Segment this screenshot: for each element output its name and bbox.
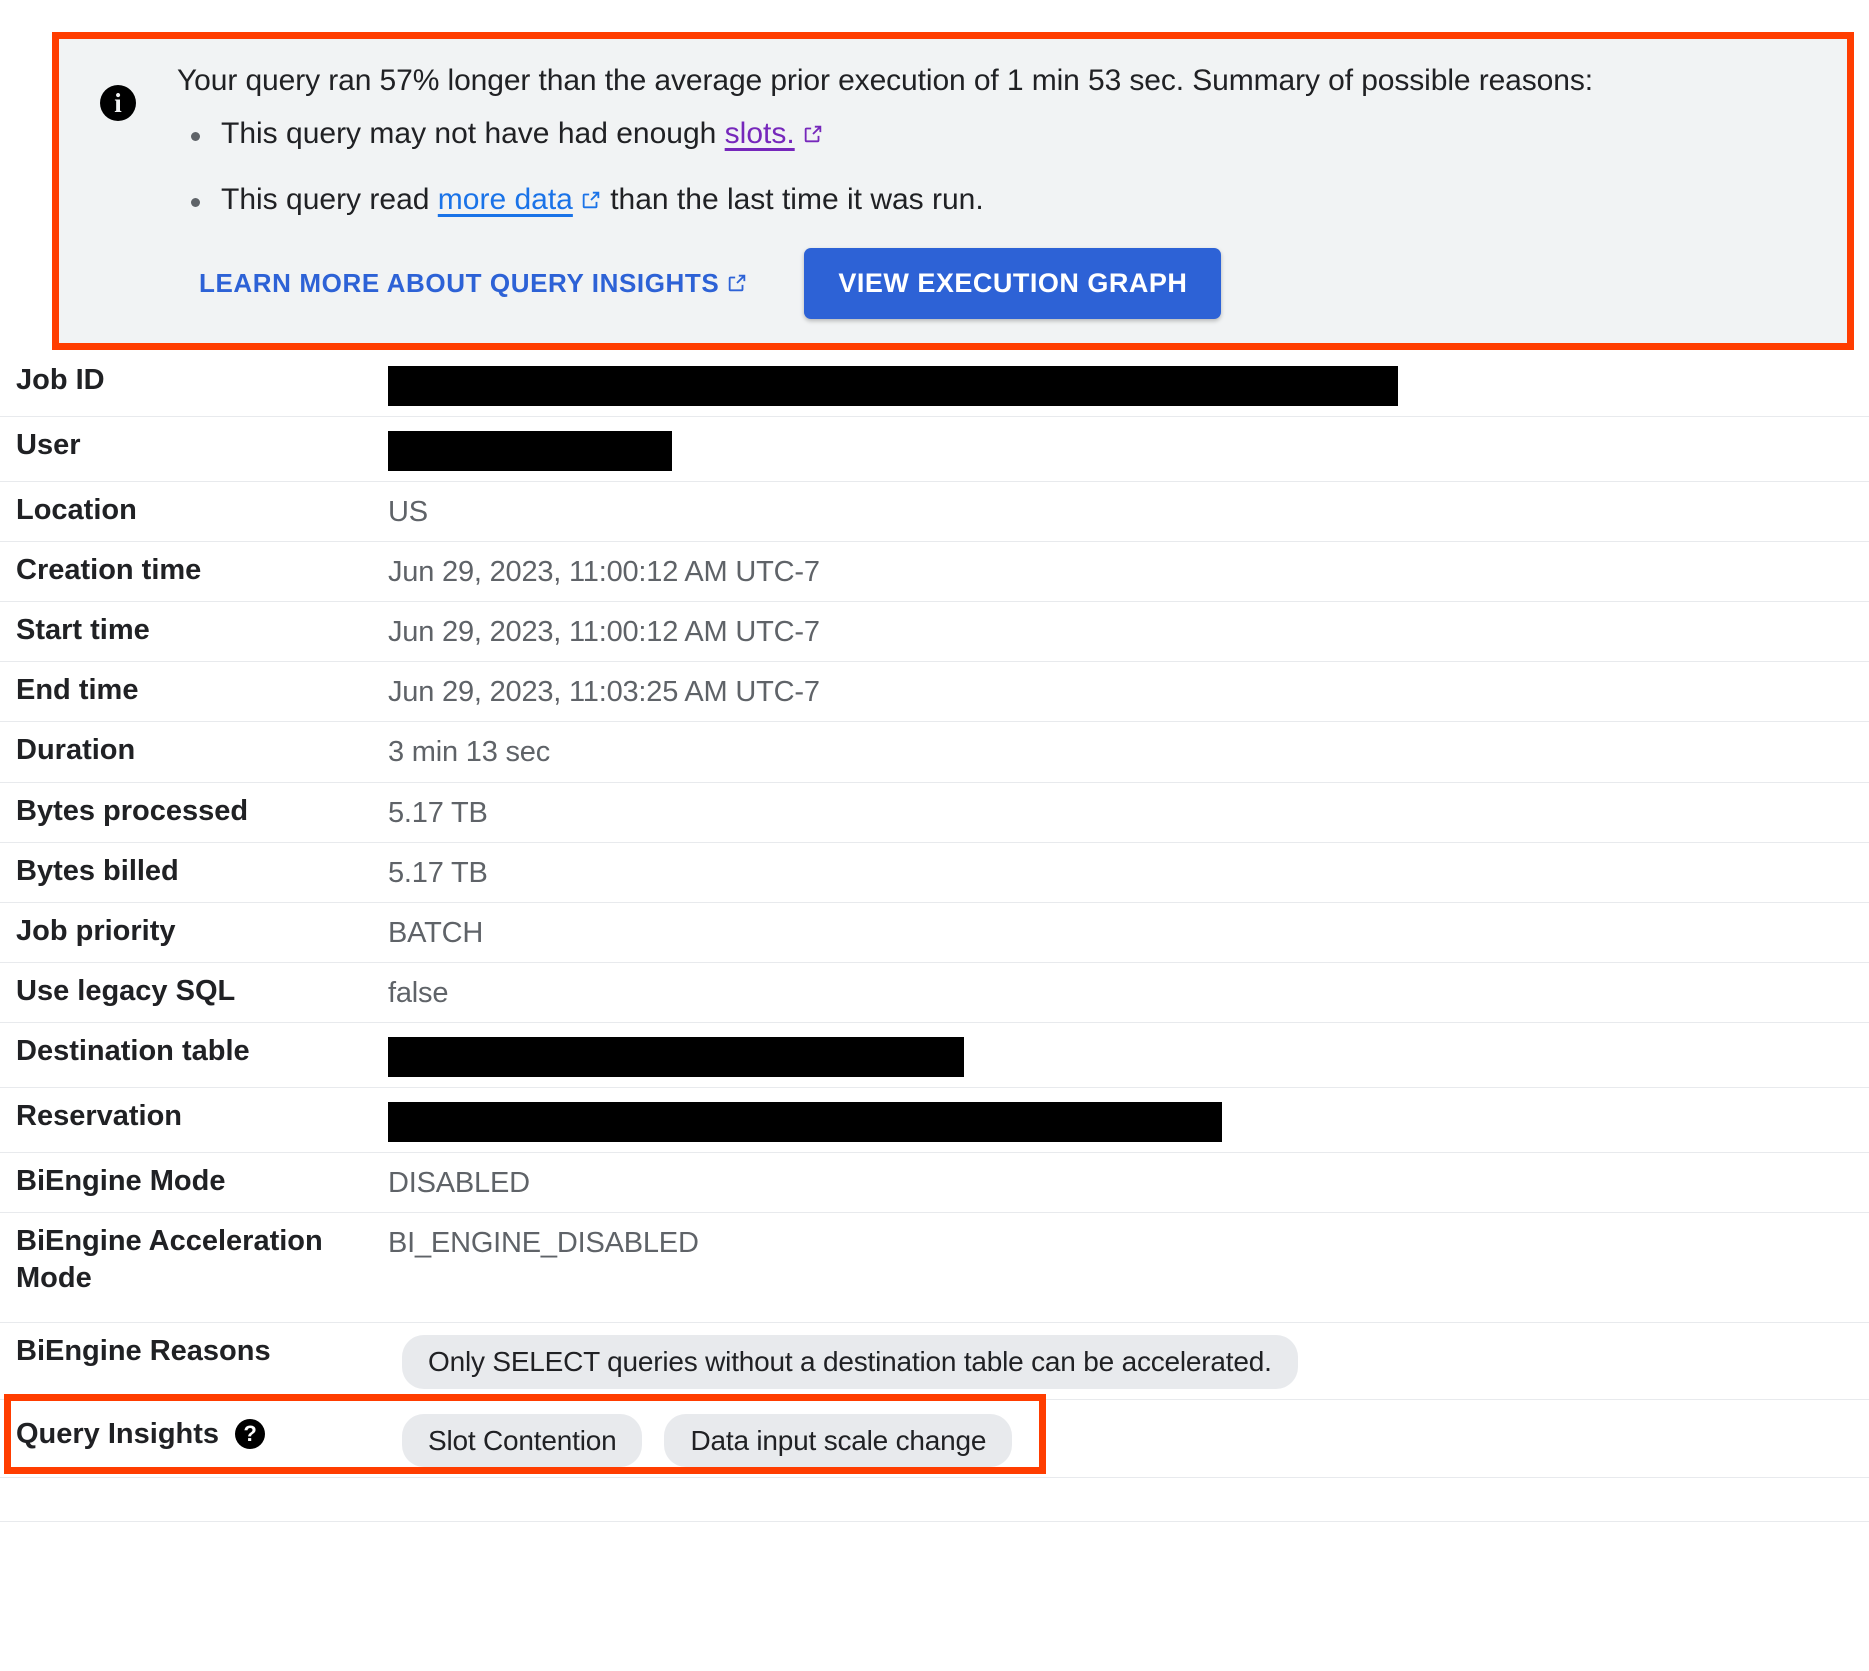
row-value: [378, 1023, 1869, 1087]
query-insight-chip-data-input-scale-change[interactable]: Data input scale change: [664, 1413, 1013, 1468]
row-label: Bytes processed: [16, 794, 249, 827]
learn-more-button[interactable]: LEARN MORE ABOUT QUERY INSIGHTS: [191, 256, 756, 311]
row-label: Job priority: [16, 914, 176, 947]
row-value: Slot Contention Data input scale change: [378, 1400, 1869, 1478]
list-item: This query may not have had enough slots…: [191, 116, 1827, 152]
table-row: BiEngine Acceleration Mode BI_ENGINE_DIS…: [0, 1213, 1869, 1324]
table-row: Reservation: [0, 1088, 1869, 1153]
row-value: 5.17 TB: [388, 796, 488, 829]
table-footer-strip: [0, 1478, 1869, 1523]
row-value: [378, 352, 1869, 416]
table-row: BiEngine Mode DISABLED: [0, 1153, 1869, 1214]
table-row: Creation time Jun 29, 2023, 11:00:12 AM …: [0, 542, 1869, 603]
banner-content: i Your query ran 57% longer than the ave…: [59, 39, 1847, 343]
bullet-prefix-text: This query read: [221, 182, 438, 216]
row-value: BATCH: [388, 916, 484, 949]
banner-icon-column: i: [59, 63, 177, 343]
bullet-suffix-text: than the last time it was run.: [601, 182, 984, 216]
table-row: Duration 3 min 13 sec: [0, 722, 1869, 783]
row-label: Start time: [16, 614, 150, 647]
banner-lead-text: Your query ran 57% longer than the avera…: [177, 64, 1593, 97]
row-label: End time: [16, 674, 139, 707]
table-row: Location US: [0, 482, 1869, 543]
row-value: Only SELECT queries without a destinatio…: [378, 1323, 1869, 1399]
row-value: Jun 29, 2023, 11:03:25 AM UTC-7: [388, 676, 820, 709]
row-value: US: [388, 496, 428, 528]
table-row: User: [0, 417, 1869, 482]
row-label: BiEngine Acceleration Mode: [16, 1225, 323, 1295]
table-row-query-insights: Query Insights ? Slot Contention Data in…: [0, 1400, 1869, 1479]
row-label: Location: [16, 494, 137, 526]
row-label: User: [16, 429, 81, 461]
learn-more-label: LEARN MORE ABOUT QUERY INSIGHTS: [199, 267, 720, 298]
table-row: Bytes processed 5.17 TB: [0, 783, 1869, 843]
external-link-icon: [726, 272, 748, 294]
row-value: BI_ENGINE_DISABLED: [388, 1227, 699, 1260]
redacted-value: [388, 431, 672, 471]
row-label: Creation time: [16, 554, 202, 587]
row-value: 5.17 TB: [388, 856, 488, 889]
external-link-icon: [802, 123, 824, 145]
external-link-icon: [580, 189, 602, 211]
table-row: Use legacy SQL false: [0, 963, 1869, 1023]
row-value: 3 min 13 sec: [388, 736, 551, 769]
table-row-biengine-reasons: BiEngine Reasons Only SELECT queries wit…: [0, 1323, 1869, 1400]
row-value: [378, 1088, 1869, 1152]
row-label: Reservation: [16, 1099, 183, 1132]
redacted-value: [388, 1036, 964, 1077]
table-row: Destination table: [0, 1023, 1869, 1088]
table-row: Start time Jun 29, 2023, 11:00:12 AM UTC…: [0, 602, 1869, 663]
query-insights-row-wrapper: Query Insights ? Slot Contention Data in…: [0, 1393, 1869, 1479]
redacted-value: [388, 366, 1398, 406]
row-value: [378, 417, 1869, 481]
info-icon: i: [100, 85, 136, 121]
biengine-reason-chip: Only SELECT queries without a destinatio…: [402, 1335, 1298, 1389]
row-label: Job ID: [16, 364, 105, 396]
job-details-table: Job ID User Location US Creation time Ju…: [0, 352, 1869, 1523]
row-label: Duration: [16, 734, 136, 767]
redacted-value: [388, 1101, 1222, 1142]
table-row: Job priority BATCH: [0, 903, 1869, 963]
row-label: Use legacy SQL: [16, 974, 236, 1007]
row-label: Destination table: [16, 1034, 250, 1067]
row-label: Query Insights ?: [0, 1400, 378, 1463]
banner-reason-list: This query may not have had enough slots…: [177, 116, 1827, 218]
more-data-link[interactable]: more data: [438, 183, 573, 216]
query-insights-banner: i Your query ran 57% longer than the ave…: [52, 32, 1854, 350]
view-execution-graph-button[interactable]: VIEW EXECUTION GRAPH: [804, 247, 1222, 319]
help-icon[interactable]: ?: [235, 1419, 266, 1450]
slots-link[interactable]: slots.: [725, 117, 795, 150]
banner-body: Your query ran 57% longer than the avera…: [177, 63, 1847, 343]
row-label: BiEngine Mode: [16, 1164, 226, 1197]
row-value: DISABLED: [388, 1166, 530, 1199]
row-value: Jun 29, 2023, 11:00:12 AM UTC-7: [388, 616, 820, 649]
table-row: Job ID: [0, 352, 1869, 417]
row-value: false: [388, 976, 449, 1009]
bullet-prefix-text: This query may not have had enough: [221, 116, 725, 150]
banner-actions: LEARN MORE ABOUT QUERY INSIGHTS VIEW EXE…: [177, 247, 1827, 319]
query-insight-chip-slot-contention[interactable]: Slot Contention: [402, 1413, 643, 1468]
table-row: End time Jun 29, 2023, 11:03:25 AM UTC-7: [0, 662, 1869, 723]
table-row: Bytes billed 5.17 TB: [0, 843, 1869, 903]
chip-group: Slot Contention Data input scale change: [388, 1413, 1853, 1468]
row-label: BiEngine Reasons: [16, 1335, 271, 1368]
query-insights-label: Query Insights: [16, 1417, 220, 1450]
chip-group: Only SELECT queries without a destinatio…: [388, 1335, 1853, 1389]
row-value: Jun 29, 2023, 11:00:12 AM UTC-7: [388, 556, 820, 589]
row-label: Bytes billed: [16, 854, 179, 887]
list-item: This query read more data than the last …: [191, 182, 1827, 218]
